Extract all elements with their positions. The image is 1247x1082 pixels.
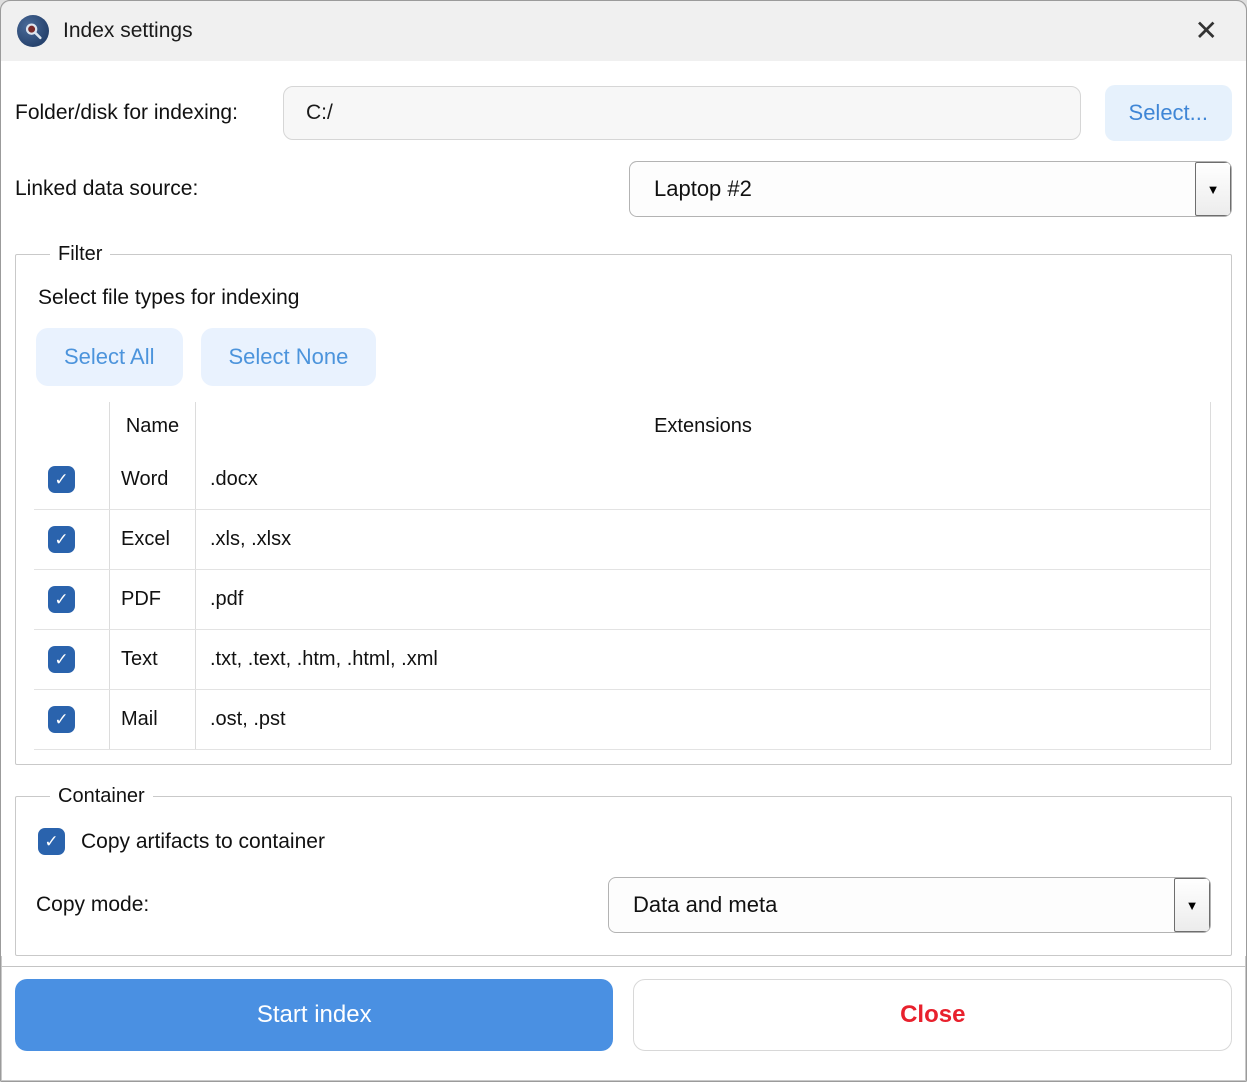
copy-mode-label: Copy mode: bbox=[36, 893, 150, 916]
footer: Start index Close bbox=[1, 967, 1246, 1051]
filter-buttons: Select All Select None bbox=[36, 328, 1211, 386]
row-checkbox[interactable]: ✓ bbox=[48, 646, 75, 673]
table-row: ✓ Word .docx bbox=[34, 450, 1210, 510]
copy-artifacts-label: Copy artifacts to container bbox=[81, 829, 325, 853]
table-row: ✓ Excel .xls, .xlsx bbox=[34, 510, 1210, 570]
titlebar: Index settings ✕ bbox=[1, 1, 1246, 61]
chevron-down-icon[interactable]: ▼ bbox=[1195, 162, 1231, 216]
close-icon[interactable]: ✕ bbox=[1189, 15, 1224, 47]
linked-source-label: Linked data source: bbox=[15, 177, 199, 200]
row-name: PDF bbox=[109, 570, 196, 629]
checkbox-column-header bbox=[34, 402, 109, 450]
select-all-button[interactable]: Select All bbox=[36, 328, 183, 386]
select-folder-button[interactable]: Select... bbox=[1104, 85, 1232, 141]
folder-input[interactable]: C:/ bbox=[283, 86, 1081, 140]
folder-input-value: C:/ bbox=[306, 101, 333, 124]
copy-mode-row: Copy mode: Data and meta ▼ bbox=[36, 877, 1211, 933]
copy-mode-dropdown[interactable]: Data and meta ▼ bbox=[608, 877, 1211, 933]
copy-mode-value: Data and meta bbox=[633, 892, 778, 917]
row-name: Text bbox=[109, 630, 196, 689]
extensions-column-header: Extensions bbox=[654, 414, 752, 437]
file-types-table: Name Extensions ✓ Word .docx ✓ Excel .xl… bbox=[34, 402, 1211, 750]
linked-source-dropdown[interactable]: Laptop #2 ▼ bbox=[629, 161, 1232, 217]
linked-source-row: Linked data source: Laptop #2 ▼ bbox=[15, 161, 1232, 217]
name-column-header: Name bbox=[109, 402, 196, 450]
start-index-button[interactable]: Start index bbox=[15, 979, 614, 1051]
row-name: Mail bbox=[109, 690, 196, 749]
dialog-body: Folder/disk for indexing: C:/ Select... … bbox=[1, 61, 1246, 956]
row-extensions: .xls, .xlsx bbox=[210, 528, 292, 550]
folder-row: Folder/disk for indexing: C:/ Select... bbox=[15, 85, 1232, 141]
row-checkbox[interactable]: ✓ bbox=[48, 526, 75, 553]
filter-group: Filter Select file types for indexing Se… bbox=[15, 243, 1232, 765]
row-extensions: .docx bbox=[210, 468, 258, 490]
container-group: Container ✓ Copy artifacts to container … bbox=[15, 785, 1232, 956]
folder-label: Folder/disk for indexing: bbox=[15, 101, 238, 124]
row-name: Word bbox=[109, 450, 196, 509]
linked-source-value: Laptop #2 bbox=[654, 176, 752, 201]
copy-artifacts-row: ✓ Copy artifacts to container bbox=[38, 828, 1211, 855]
row-checkbox[interactable]: ✓ bbox=[48, 466, 75, 493]
filter-instruction: Select file types for indexing bbox=[38, 286, 300, 309]
row-extensions: .pdf bbox=[210, 588, 244, 610]
row-checkbox[interactable]: ✓ bbox=[48, 706, 75, 733]
table-row: ✓ Text .txt, .text, .htm, .html, .xml bbox=[34, 630, 1210, 690]
copy-artifacts-checkbox[interactable]: ✓ bbox=[38, 828, 65, 855]
row-extensions: .ost, .pst bbox=[210, 708, 286, 730]
row-extensions: .txt, .text, .htm, .html, .xml bbox=[210, 648, 438, 670]
select-none-button[interactable]: Select None bbox=[200, 328, 377, 386]
index-settings-dialog: Index settings ✕ Folder/disk for indexin… bbox=[0, 0, 1247, 1082]
container-legend: Container bbox=[58, 785, 145, 807]
row-checkbox[interactable]: ✓ bbox=[48, 586, 75, 613]
window-title: Index settings bbox=[63, 19, 193, 42]
table-row: ✓ PDF .pdf bbox=[34, 570, 1210, 630]
chevron-down-icon[interactable]: ▼ bbox=[1174, 878, 1210, 932]
table-row: ✓ Mail .ost, .pst bbox=[34, 690, 1210, 750]
close-button[interactable]: Close bbox=[633, 979, 1232, 1051]
search-globe-icon bbox=[17, 15, 49, 47]
filter-legend: Filter bbox=[58, 243, 103, 265]
row-name: Excel bbox=[109, 510, 196, 569]
table-header-row: Name Extensions bbox=[34, 402, 1210, 450]
